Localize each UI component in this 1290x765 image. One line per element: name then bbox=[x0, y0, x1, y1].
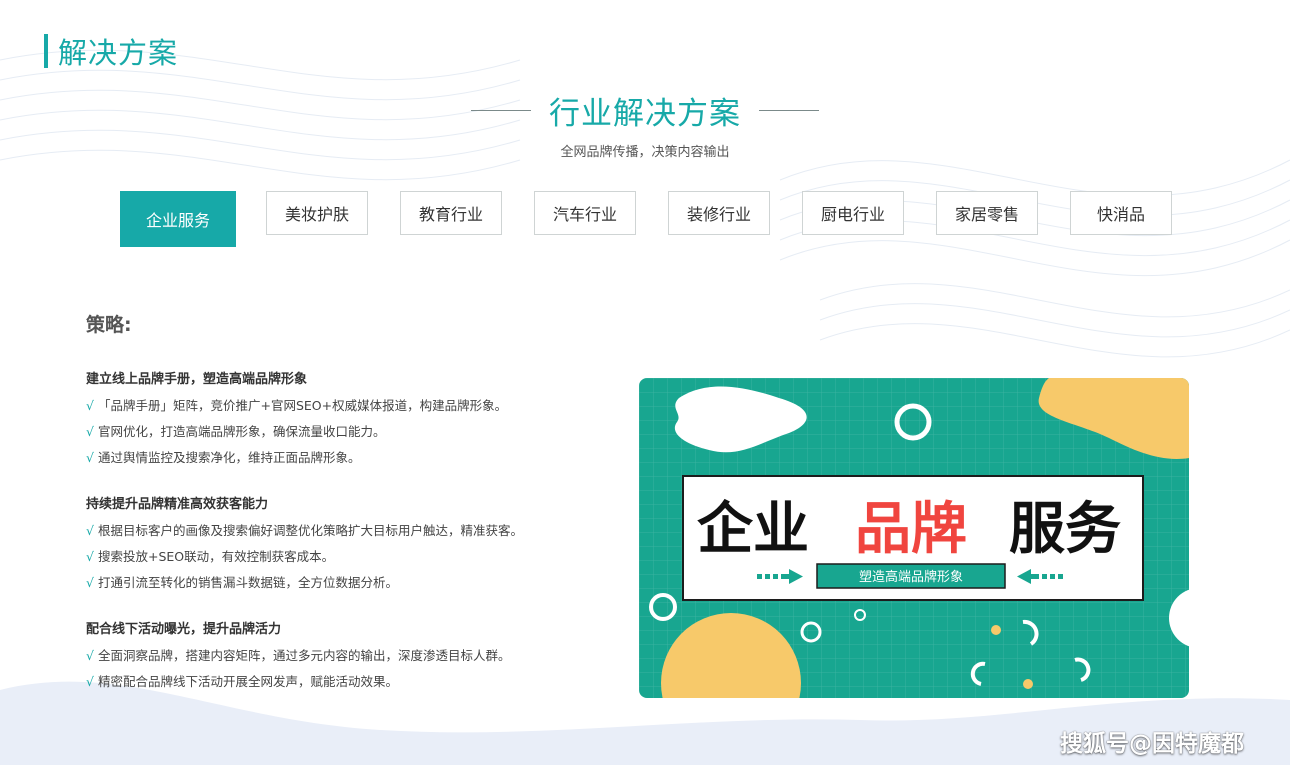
tab-automotive[interactable]: 汽车行业 bbox=[534, 191, 636, 235]
list-item: √ 打通引流至转化的销售漏斗数据链，全方位数据分析。 bbox=[86, 575, 398, 590]
tab-fmcg[interactable]: 快消品 bbox=[1070, 191, 1172, 235]
list-item: √ 官网优化，打造高端品牌形象，确保流量收口能力。 bbox=[86, 424, 386, 439]
watermark: 搜狐号@因特魔都 bbox=[1060, 731, 1244, 757]
check-icon: √ bbox=[86, 523, 94, 538]
check-icon: √ bbox=[86, 398, 94, 413]
title-right-line bbox=[759, 110, 819, 111]
list-item: √ 「品牌手册」矩阵，竞价推广+官网SEO+权威媒体报道，构建品牌形象。 bbox=[86, 398, 508, 413]
main-title-block: 行业解决方案 全网品牌传播，决策内容输出 bbox=[0, 88, 1290, 160]
yellow-dot-shape bbox=[1023, 679, 1033, 689]
tab-education[interactable]: 教育行业 bbox=[400, 191, 502, 235]
group-title: 持续提升品牌精准高效获客能力 bbox=[86, 497, 269, 512]
banner-tagline: 塑造高端品牌形象 bbox=[859, 569, 963, 585]
strategy-group: 配合线下活动曝光，提升品牌活力 √ 全面洞察品牌，搭建内容矩阵，通过多元内容的输出… bbox=[86, 618, 606, 695]
group-title: 配合线下活动曝光，提升品牌活力 bbox=[86, 622, 282, 637]
tab-home-retail[interactable]: 家居零售 bbox=[936, 191, 1038, 235]
check-icon: √ bbox=[86, 648, 94, 663]
tab-decoration[interactable]: 装修行业 bbox=[668, 191, 770, 235]
check-icon: √ bbox=[86, 674, 94, 689]
check-icon: √ bbox=[86, 575, 94, 590]
tab-beauty-skincare[interactable]: 美妆护肤 bbox=[266, 191, 368, 235]
list-item: √ 全面洞察品牌，搭建内容矩阵，通过多元内容的输出，深度渗透目标人群。 bbox=[86, 648, 511, 663]
strategy-heading: 策略: bbox=[86, 314, 132, 336]
banner-word-service: 服务 bbox=[1009, 497, 1121, 562]
list-item: √ 搜索投放+SEO联动，有效控制获客成本。 bbox=[86, 549, 335, 564]
list-item: √ 根据目标客户的画像及搜索偏好调整优化策略扩大目标用户触达，精准获客。 bbox=[86, 523, 523, 538]
check-icon: √ bbox=[86, 450, 94, 465]
title-left-line bbox=[471, 110, 531, 111]
main-subtitle: 全网品牌传播，决策内容输出 bbox=[560, 145, 730, 160]
banner-illustration: 企业 品牌 服务 塑造高端品牌形象 bbox=[639, 378, 1189, 698]
strategy-groups: 建立线上品牌手册，塑造高端品牌形象 √ 「品牌手册」矩阵，竞价推广+官网SEO+权… bbox=[86, 368, 606, 717]
strategy-group: 持续提升品牌精准高效获客能力 √ 根据目标客户的画像及搜索偏好调整优化策略扩大目标… bbox=[86, 493, 606, 596]
group-title: 建立线上品牌手册，塑造高端品牌形象 bbox=[86, 372, 308, 387]
list-item: √ 通过舆情监控及搜索净化，维持正面品牌形象。 bbox=[86, 450, 361, 465]
section-header: 解决方案 bbox=[44, 30, 178, 72]
list-item: √ 精密配合品牌线下活动开展全网发声，赋能活动效果。 bbox=[86, 674, 398, 689]
section-accent-bar bbox=[44, 34, 48, 68]
tab-kitchen-appliance[interactable]: 厨电行业 bbox=[802, 191, 904, 235]
yellow-dot-shape bbox=[991, 625, 1001, 635]
main-title: 行业解决方案 bbox=[549, 96, 741, 132]
banner-word-enterprise: 企业 bbox=[697, 497, 809, 562]
strategy-group: 建立线上品牌手册，塑造高端品牌形象 √ 「品牌手册」矩阵，竞价推广+官网SEO+权… bbox=[86, 368, 606, 471]
check-icon: √ bbox=[86, 424, 94, 439]
enterprise-service-banner: 企业 品牌 服务 塑造高端品牌形象 bbox=[639, 378, 1189, 698]
industry-tabs: 企业服务 美妆护肤 教育行业 汽车行业 装修行业 厨电行业 家居零售 快消品 bbox=[120, 191, 1172, 247]
banner-word-brand: 品牌 bbox=[855, 497, 967, 562]
tab-enterprise-service[interactable]: 企业服务 bbox=[120, 191, 236, 247]
section-title: 解决方案 bbox=[58, 36, 179, 70]
check-icon: √ bbox=[86, 549, 94, 564]
